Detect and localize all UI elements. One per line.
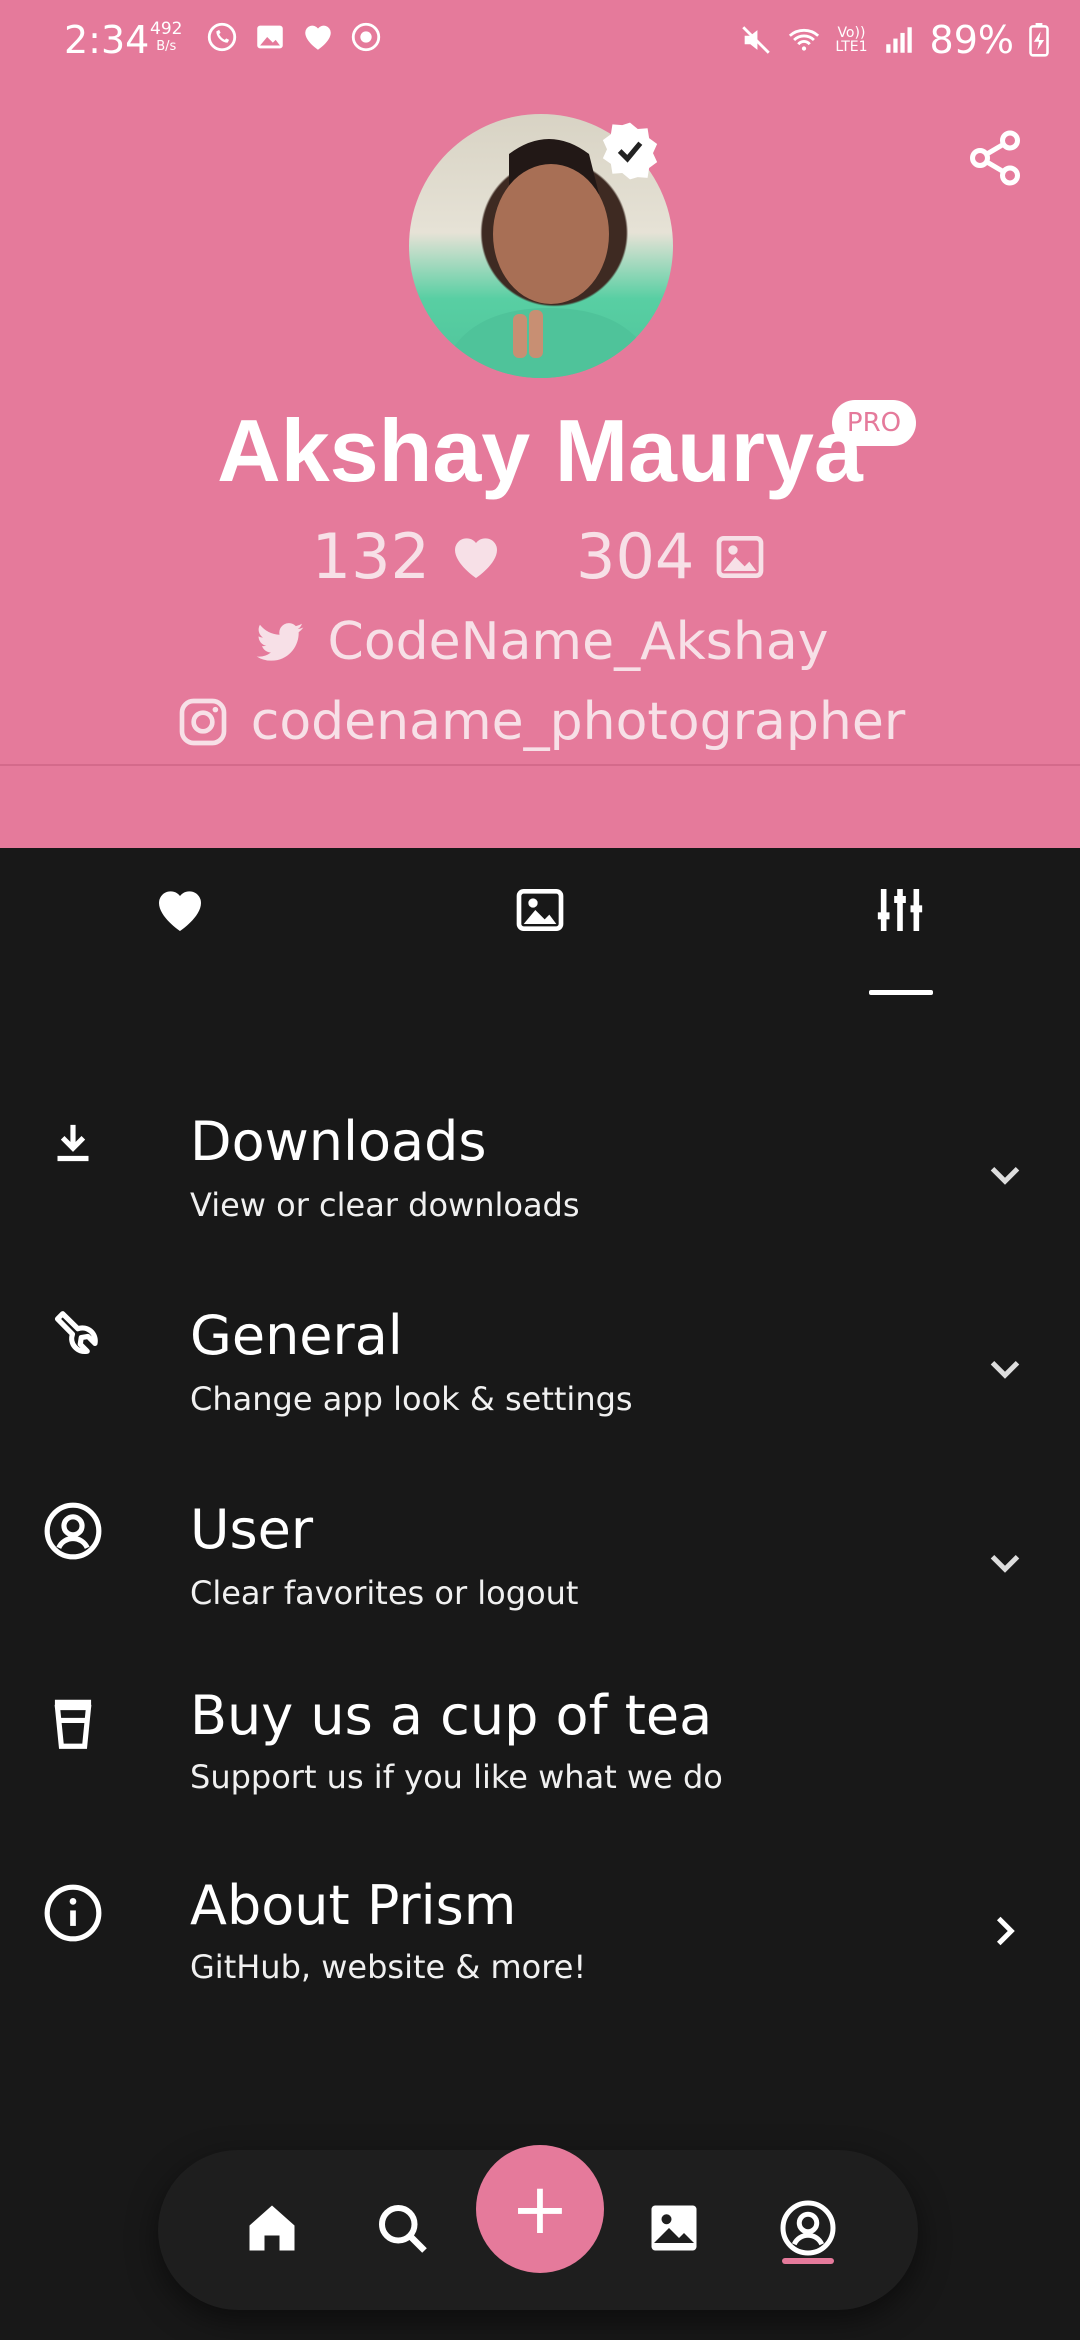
add-button[interactable]: + <box>476 2145 604 2273</box>
tab-settings[interactable] <box>840 882 960 992</box>
twitter-handle: CodeName_Akshay <box>327 612 829 672</box>
download-icon <box>57 1124 89 1162</box>
sliders-icon <box>877 889 923 931</box>
twitter-icon <box>256 623 303 661</box>
plus-icon: + <box>510 2168 570 2250</box>
battery-percent: 89% <box>929 18 1014 62</box>
heart-icon <box>455 537 497 578</box>
chevron-down-icon[interactable] <box>980 1150 1030 1200</box>
chevron-down-icon[interactable] <box>980 1538 1030 1588</box>
menu-item-downloads[interactable]: Downloads View or clear downloads <box>0 1080 1080 1260</box>
menu-item-title: Buy us a cup of tea <box>190 1684 713 1747</box>
menu-item-subtitle: GitHub, website & more! <box>190 1948 587 1986</box>
menu-item-about[interactable]: About Prism GitHub, website & more! <box>0 1850 1080 2030</box>
instagram-icon <box>179 698 227 746</box>
likes-stat[interactable]: 132 <box>312 520 504 593</box>
heart-icon <box>159 891 201 931</box>
signal-icon <box>885 27 912 53</box>
profile-header: 2:34 492 B/s Vo)) LTE1 89% Akshay Maurya… <box>0 0 1080 848</box>
profile-stats: 132 304 <box>0 520 1080 593</box>
menu-item-user[interactable]: User Clear favorites or logout <box>0 1468 1080 1648</box>
app-notification-icon <box>351 22 381 52</box>
tab-favorites[interactable] <box>120 882 240 992</box>
home-icon[interactable] <box>242 2198 302 2258</box>
twitter-link[interactable]: CodeName_Akshay <box>0 612 1080 672</box>
info-icon <box>44 1884 102 1942</box>
likes-count: 132 <box>311 520 430 593</box>
verified-badge-icon <box>602 122 658 180</box>
status-bar: 2:34 492 B/s Vo)) LTE1 89% <box>0 0 1080 78</box>
instagram-handle: codename_photographer <box>250 692 906 752</box>
network-speed: 492 B/s <box>150 19 183 54</box>
menu-item-subtitle: Clear favorites or logout <box>190 1574 579 1612</box>
mute-icon <box>742 26 771 54</box>
profile-name: Akshay Maurya <box>217 401 863 500</box>
user-circle-icon <box>44 1502 102 1560</box>
whatsapp-icon <box>207 22 237 52</box>
gallery-icon <box>257 25 283 49</box>
menu-item-buy-tea[interactable]: Buy us a cup of tea Support us if you li… <box>0 1660 1080 1840</box>
image-icon <box>717 535 764 578</box>
menu-item-subtitle: Change app look & settings <box>190 1380 633 1418</box>
profile-icon[interactable] <box>778 2198 838 2258</box>
share-icon[interactable] <box>965 128 1025 188</box>
tab-wallpapers[interactable] <box>480 882 600 992</box>
wallpapers-count: 304 <box>576 520 695 593</box>
menu-item-title: General <box>190 1304 403 1367</box>
status-time: 2:34 <box>64 18 150 62</box>
menu-item-title: User <box>190 1498 314 1561</box>
profile-tabs <box>0 848 1080 1008</box>
cup-icon <box>54 1699 92 1749</box>
volte-indicator: Vo)) LTE1 <box>835 25 868 55</box>
image-icon <box>516 889 564 931</box>
battery-charging-icon <box>1029 23 1049 57</box>
chevron-right-icon[interactable] <box>980 1906 1030 1956</box>
avatar-container[interactable] <box>409 114 673 378</box>
wrench-icon <box>54 1311 98 1355</box>
header-divider <box>0 764 1080 766</box>
menu-item-title: Downloads <box>190 1110 487 1173</box>
wifi-icon <box>789 28 820 51</box>
instagram-link[interactable]: codename_photographer <box>0 692 1080 752</box>
wallpaper-gallery-icon[interactable] <box>644 2198 704 2258</box>
menu-item-general[interactable]: General Change app look & settings <box>0 1274 1080 1454</box>
tab-indicator <box>869 990 933 995</box>
search-icon[interactable] <box>372 2198 432 2258</box>
menu-item-title: About Prism <box>190 1874 517 1937</box>
pro-badge: PRO <box>832 400 916 446</box>
menu-item-subtitle: Support us if you like what we do <box>190 1758 723 1796</box>
active-nav-indicator <box>782 2258 834 2264</box>
heart-check-icon <box>305 25 331 50</box>
bottom-navigation: + <box>158 2145 918 2310</box>
menu-item-subtitle: View or clear downloads <box>190 1186 580 1224</box>
wallpapers-stat[interactable]: 304 <box>576 520 768 593</box>
chevron-down-icon[interactable] <box>980 1344 1030 1394</box>
